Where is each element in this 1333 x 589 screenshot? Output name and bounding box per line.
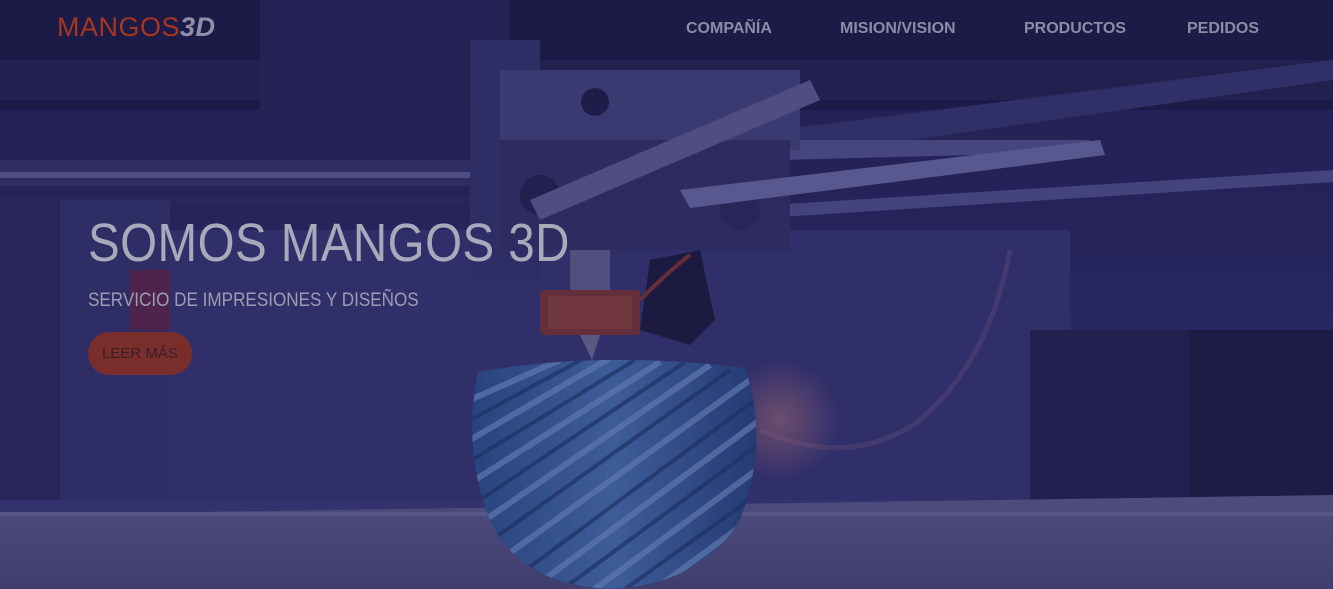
brand-suffix: 3D (180, 12, 216, 42)
nav-link-mision-vision[interactable]: MISION/VISION (840, 20, 956, 38)
brand-logo[interactable]: MANGOS3D (57, 12, 216, 43)
hero-title: SOMOS MANGOS 3D (88, 213, 570, 273)
hero-section: MANGOS3D COMPAÑÍA MISION/VISION PRODUCTO… (0, 0, 1333, 589)
nav-link-productos[interactable]: PRODUCTOS (1024, 20, 1126, 38)
hero-subtitle: SERVICIO DE IMPRESIONES Y DISEÑOS (88, 290, 419, 311)
read-more-button[interactable]: LEER MÁS (88, 332, 192, 375)
brand-name: MANGOS (57, 12, 181, 42)
nav-link-compania[interactable]: COMPAÑÍA (686, 20, 772, 38)
nav-link-pedidos[interactable]: PEDIDOS (1187, 20, 1259, 38)
